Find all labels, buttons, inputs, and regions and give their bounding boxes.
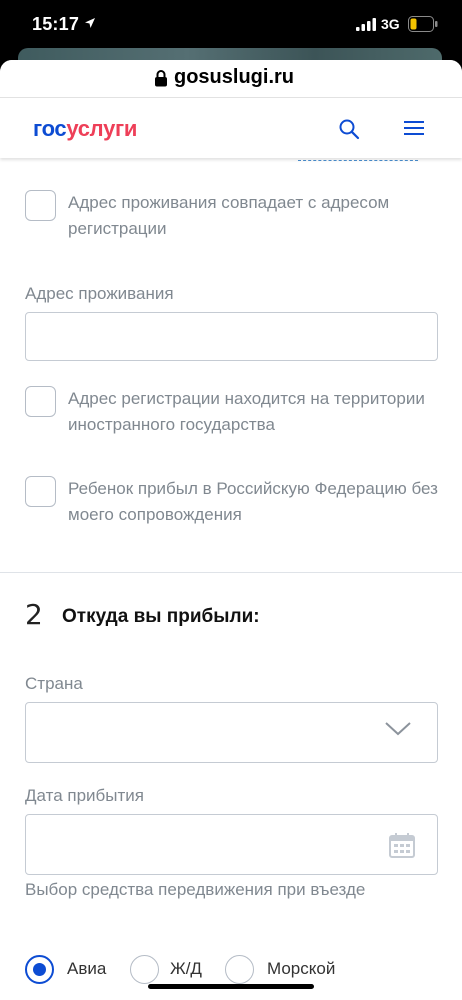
- hamburger-menu-icon[interactable]: [404, 120, 424, 136]
- checkbox-unaccompanied[interactable]: [25, 476, 56, 507]
- chevron-down-icon[interactable]: [385, 722, 411, 736]
- transport-radio-group: Авиа Ж/Д Морской: [25, 955, 445, 987]
- browser-sheet: gosuslugi.ru госуслуги Адрес проживания …: [0, 60, 462, 1000]
- checkbox-label-foreign-registration[interactable]: Адрес регистрации находится на территори…: [68, 386, 438, 438]
- logo-part-gos: гос: [33, 116, 67, 141]
- signal-icon: [356, 18, 376, 31]
- arrival-date-input[interactable]: [25, 814, 438, 875]
- location-arrow-icon: [85, 18, 95, 28]
- gosuslugi-logo[interactable]: госуслуги: [33, 116, 137, 142]
- logo-part-uslugi: услуги: [66, 116, 138, 141]
- site-header: госуслуги: [0, 98, 462, 158]
- radio-label-avia[interactable]: Авиа: [67, 959, 106, 979]
- section-number: 2: [25, 598, 43, 631]
- checkbox-label-same-address[interactable]: Адрес проживания совпадает с адресом рег…: [68, 190, 438, 242]
- transport-label: Выбор средства передвижения при въезде: [25, 880, 366, 899]
- radio-label-railway[interactable]: Ж/Д: [170, 959, 202, 979]
- section-divider: [0, 572, 462, 573]
- dashed-link-underline: [298, 160, 418, 161]
- status-time: 15:17: [32, 14, 80, 34]
- country-label: Страна: [25, 674, 83, 693]
- url-text[interactable]: gosuslugi.ru: [174, 66, 294, 89]
- form-content: Адрес проживания совпадает с адресом рег…: [0, 158, 462, 1000]
- residence-address-input[interactable]: [25, 312, 438, 361]
- arrival-date-label: Дата прибытия: [25, 786, 144, 805]
- address-bar[interactable]: gosuslugi.ru: [0, 60, 462, 98]
- network-type: 3G: [381, 16, 400, 32]
- checkbox-same-address[interactable]: [25, 190, 56, 221]
- search-icon[interactable]: [338, 118, 360, 140]
- country-select[interactable]: [25, 702, 438, 763]
- battery-icon: [408, 16, 438, 32]
- radio-railway[interactable]: [130, 955, 159, 984]
- calendar-icon[interactable]: [389, 832, 415, 858]
- radio-label-sea[interactable]: Морской: [267, 959, 335, 979]
- home-indicator: [148, 984, 314, 989]
- checkbox-label-unaccompanied[interactable]: Ребенок прибыл в Российскую Федерацию бе…: [68, 476, 438, 528]
- lock-icon: [155, 70, 167, 87]
- section-title: Откуда вы прибыли:: [62, 606, 260, 627]
- checkbox-foreign-registration[interactable]: [25, 386, 56, 417]
- radio-avia[interactable]: [25, 955, 54, 984]
- residence-address-label: Адрес проживания: [25, 284, 174, 303]
- status-bar: 15:17 3G: [0, 0, 462, 48]
- radio-sea[interactable]: [225, 955, 254, 984]
